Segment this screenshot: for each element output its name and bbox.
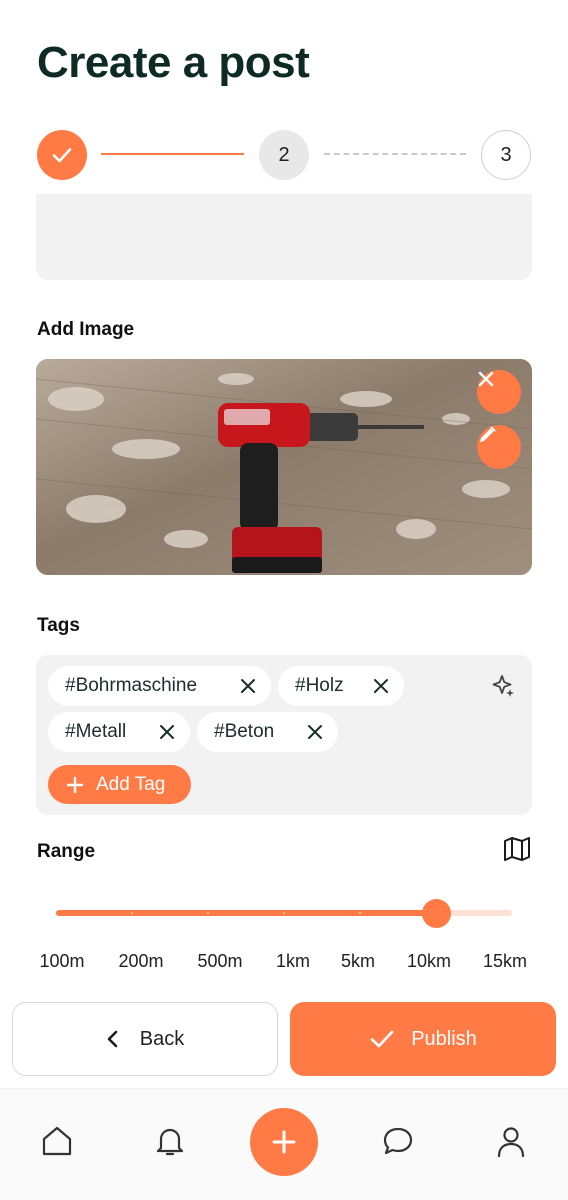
range-slider-stop	[207, 912, 209, 914]
tag-chip[interactable]: #Bohrmaschine	[48, 666, 271, 706]
range-tick-label: 1km	[275, 951, 310, 971]
check-icon	[370, 1030, 394, 1048]
back-button[interactable]: Back	[12, 1002, 278, 1076]
check-icon	[52, 148, 72, 163]
remove-tag-icon[interactable]	[306, 723, 324, 741]
range-slider-fill	[56, 910, 436, 916]
range-tick-label: 500m	[197, 951, 243, 971]
drill-photo	[36, 359, 532, 575]
step-1-completed[interactable]	[37, 130, 87, 180]
tag-chip[interactable]: #Beton	[197, 712, 338, 752]
tag-label: #Bohrmaschine	[65, 675, 198, 696]
close-icon	[478, 371, 494, 387]
bell-icon[interactable]	[153, 1124, 187, 1158]
auto-tag-sparkle-icon[interactable]	[491, 673, 517, 699]
range-tick-label: 10km	[406, 951, 451, 971]
home-icon[interactable]	[40, 1124, 74, 1158]
tag-label: #Holz	[295, 675, 344, 696]
remove-tag-icon[interactable]	[158, 723, 176, 741]
range-tick-label: 5km	[340, 951, 375, 971]
remove-tag-icon[interactable]	[239, 677, 257, 695]
range-slider-stop	[359, 912, 361, 914]
range-label: Range	[37, 841, 96, 862]
chevron-left-icon	[107, 1030, 118, 1048]
edit-image-button[interactable]	[477, 425, 521, 469]
range-slider-stop	[131, 912, 133, 914]
tags-label: Tags	[37, 615, 80, 636]
remove-image-button[interactable]	[477, 370, 521, 414]
pencil-icon	[480, 426, 496, 442]
add-tag-button[interactable]: Add Tag	[48, 765, 191, 804]
range-tick-label: 15km	[482, 951, 527, 971]
add-image-label: Add Image	[37, 319, 135, 340]
step-2-current[interactable]: 2	[259, 130, 309, 180]
remove-tag-icon[interactable]	[372, 677, 390, 695]
tag-chip[interactable]: #Metall	[48, 712, 190, 752]
step-connector-complete	[101, 153, 244, 155]
uploaded-image	[36, 359, 532, 575]
create-post-fab[interactable]	[250, 1108, 318, 1176]
page-title: Create a post	[37, 38, 310, 87]
map-icon[interactable]	[503, 836, 531, 862]
publish-button-label: Publish	[411, 1027, 477, 1050]
profile-icon[interactable]	[494, 1124, 528, 1158]
step-3-pending[interactable]: 3	[481, 130, 531, 180]
plus-icon	[272, 1130, 296, 1154]
range-slider-stop	[283, 912, 285, 914]
range-tick-label: 100m	[39, 951, 85, 971]
chat-icon[interactable]	[381, 1124, 415, 1158]
range-tick-label: 200m	[118, 951, 164, 971]
tag-label: #Metall	[65, 721, 127, 742]
back-button-label: Back	[139, 1027, 185, 1050]
range-slider-thumb[interactable]	[421, 899, 451, 928]
tag-label: #Beton	[214, 721, 275, 742]
description-textarea[interactable]	[36, 194, 532, 280]
tag-chip[interactable]: #Holz	[278, 666, 404, 706]
publish-button[interactable]: Publish	[290, 1002, 556, 1076]
plus-icon	[66, 776, 84, 793]
add-tag-label: Add Tag	[96, 773, 166, 795]
step-connector-pending	[324, 153, 466, 155]
